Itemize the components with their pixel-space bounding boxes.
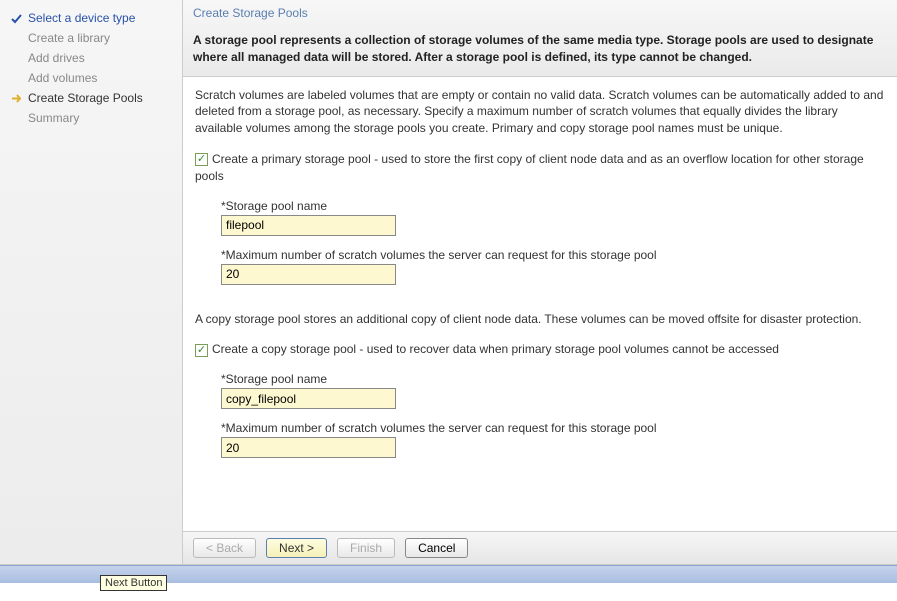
copy-pool-checkbox[interactable]: ✓ xyxy=(195,344,208,357)
sidebar-item-label: Select a device type xyxy=(28,11,135,25)
primary-pool-name-label: *Storage pool name xyxy=(221,199,885,213)
primary-pool-name-input[interactable] xyxy=(221,215,396,236)
copy-description: A copy storage pool stores an additional… xyxy=(195,311,885,328)
primary-pool-checkbox[interactable]: ✓ xyxy=(195,153,208,166)
finish-button[interactable]: Finish xyxy=(337,538,395,558)
scratch-description: Scratch volumes are labeled volumes that… xyxy=(195,87,885,137)
back-button[interactable]: < Back xyxy=(193,538,256,558)
copy-pool-checkbox-label: Create a copy storage pool - used to rec… xyxy=(212,342,779,356)
primary-pool-checkbox-label: Create a primary storage pool - used to … xyxy=(195,152,864,183)
copy-pool-max-label: *Maximum number of scratch volumes the s… xyxy=(221,421,885,435)
checkmark-icon xyxy=(10,12,23,25)
content-area: Scratch volumes are labeled volumes that… xyxy=(183,77,897,531)
copy-pool-max-input[interactable] xyxy=(221,437,396,458)
page-title: Create Storage Pools xyxy=(183,0,897,26)
sidebar-item-summary[interactable]: Summary xyxy=(0,108,182,128)
sidebar-item-create-library[interactable]: Create a library xyxy=(0,28,182,48)
primary-pool-name-block: *Storage pool name xyxy=(221,199,885,236)
sidebar-item-add-volumes[interactable]: Add volumes xyxy=(0,68,182,88)
primary-pool-max-block: *Maximum number of scratch volumes the s… xyxy=(221,248,885,285)
copy-pool-name-label: *Storage pool name xyxy=(221,372,885,386)
page-description: A storage pool represents a collection o… xyxy=(183,26,897,76)
main-panel: Create Storage Pools A storage pool repr… xyxy=(183,0,897,564)
arrow-right-icon xyxy=(10,92,23,105)
sidebar-item-label: Summary xyxy=(28,111,79,125)
sidebar-item-select-device-type[interactable]: Select a device type xyxy=(0,8,182,28)
sidebar-item-add-drives[interactable]: Add drives xyxy=(0,48,182,68)
button-bar: < Back Next > Finish Cancel xyxy=(183,531,897,564)
wizard-container: Select a device type Create a library Ad… xyxy=(0,0,897,565)
copy-pool-checkbox-row: ✓ Create a copy storage pool - used to re… xyxy=(195,341,885,358)
header: Create Storage Pools A storage pool repr… xyxy=(183,0,897,77)
primary-pool-max-label: *Maximum number of scratch volumes the s… xyxy=(221,248,885,262)
sidebar-item-label: Create a library xyxy=(28,31,110,45)
copy-pool-max-block: *Maximum number of scratch volumes the s… xyxy=(221,421,885,458)
primary-pool-max-input[interactable] xyxy=(221,264,396,285)
copy-pool-name-input[interactable] xyxy=(221,388,396,409)
sidebar-item-label: Add volumes xyxy=(28,71,97,85)
sidebar-item-label: Add drives xyxy=(28,51,85,65)
sidebar-item-create-storage-pools[interactable]: Create Storage Pools xyxy=(0,88,182,108)
next-button[interactable]: Next > xyxy=(266,538,327,558)
sidebar-item-label: Create Storage Pools xyxy=(28,91,143,105)
wizard-sidebar: Select a device type Create a library Ad… xyxy=(0,0,183,564)
cancel-button[interactable]: Cancel xyxy=(405,538,468,558)
tooltip: Next Button xyxy=(100,575,167,591)
copy-pool-name-block: *Storage pool name xyxy=(221,372,885,409)
primary-pool-checkbox-row: ✓Create a primary storage pool - used to… xyxy=(195,151,885,185)
